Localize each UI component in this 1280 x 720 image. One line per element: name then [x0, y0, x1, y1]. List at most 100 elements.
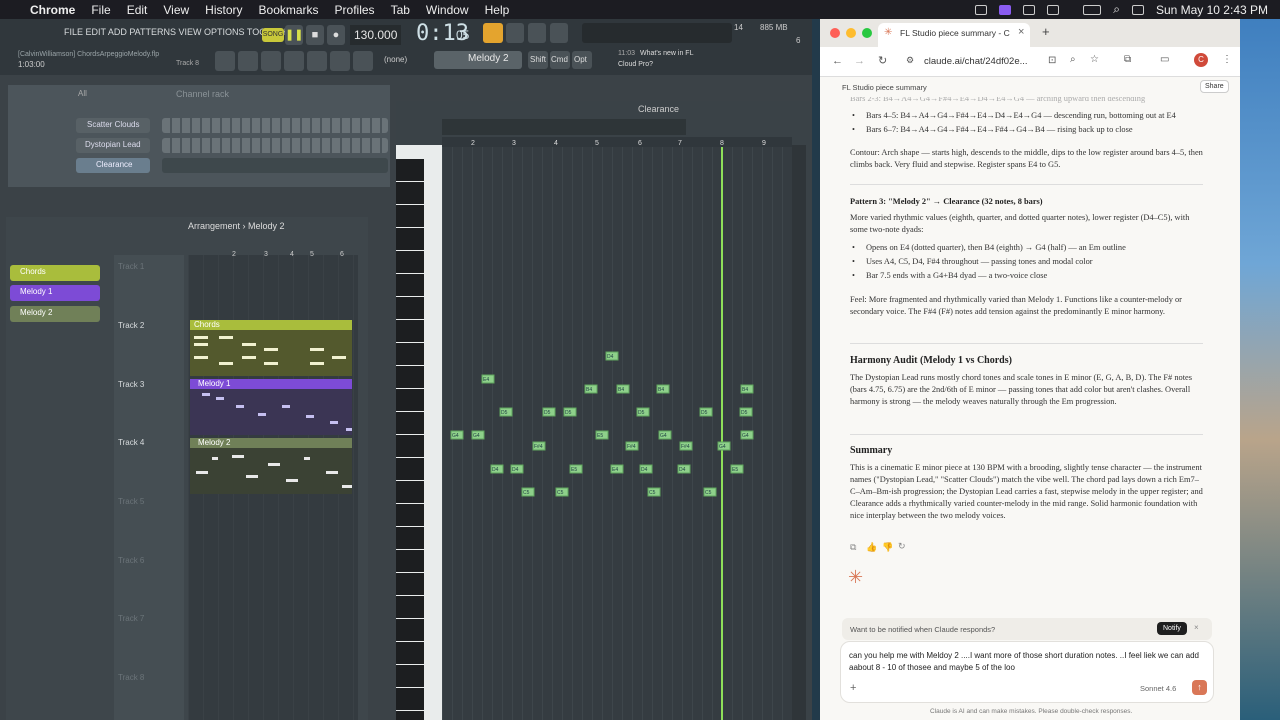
- project-name: [CalvinWilliamson] ChordsArpeggioMelody.…: [18, 51, 160, 58]
- battery-icon[interactable]: [1083, 4, 1102, 15]
- track-label[interactable]: Track 2: [118, 321, 144, 330]
- melody-note: [346, 428, 352, 431]
- model-selector[interactable]: Sonnet 4.6: [1140, 684, 1176, 693]
- desktop-wallpaper: [1240, 19, 1280, 720]
- zoom-window-dot[interactable]: [862, 28, 872, 38]
- melody-note: [330, 421, 338, 424]
- toolbar-button[interactable]: [550, 23, 568, 43]
- tab-search-icon[interactable]: ▭: [1160, 54, 1169, 65]
- piano-scrollbar[interactable]: [792, 145, 806, 720]
- track-label[interactable]: Track 8: [118, 673, 144, 682]
- site-info-icon[interactable]: ⚙: [906, 55, 914, 66]
- stop-button[interactable]: ■: [306, 25, 324, 45]
- ruler-label: 3: [264, 251, 268, 258]
- note-grid[interactable]: [442, 145, 792, 720]
- step-grid[interactable]: [162, 138, 388, 153]
- tool-button[interactable]: [307, 51, 327, 71]
- dismiss-icon[interactable]: ×: [1194, 623, 1199, 632]
- back-icon[interactable]: ←: [832, 55, 843, 67]
- menu-window[interactable]: Window: [426, 3, 469, 17]
- step-grid[interactable]: [162, 118, 388, 133]
- notify-button[interactable]: Notify: [1157, 622, 1187, 635]
- copy-icon[interactable]: ⧉: [850, 542, 856, 553]
- track-label[interactable]: Track 4: [118, 438, 144, 447]
- tool-button[interactable]: [330, 51, 350, 71]
- status-icon[interactable]: [1023, 4, 1036, 15]
- tool-button[interactable]: [261, 51, 281, 71]
- shift-label: Shift: [530, 55, 547, 64]
- piano-keyboard[interactable]: [396, 145, 442, 720]
- pause-button[interactable]: ❚❚: [285, 25, 303, 45]
- minimize-window-dot[interactable]: [846, 28, 856, 38]
- attach-icon[interactable]: +: [850, 682, 856, 694]
- track-label[interactable]: Track 3: [118, 380, 144, 389]
- tool-button[interactable]: [215, 51, 235, 71]
- address-toolbar: ← → ↻ ⚙ claude.ai/chat/24df02e... ⊡ ⌕ ☆ …: [820, 47, 1240, 77]
- pattern-3-description: More varied rhythmic values (eighth, qua…: [850, 213, 1190, 234]
- menu-bookmarks[interactable]: Bookmarks: [259, 3, 319, 17]
- play-icon[interactable]: [1047, 4, 1060, 15]
- share-button[interactable]: Share: [1200, 80, 1229, 93]
- toolbar-button[interactable]: [506, 23, 524, 43]
- song-mode-button[interactable]: SONG: [262, 28, 284, 42]
- menu-history[interactable]: History: [205, 3, 242, 17]
- tab-title[interactable]: FL Studio piece summary - C: [900, 28, 1010, 38]
- new-tab-icon[interactable]: +: [1042, 24, 1050, 39]
- rack-filter[interactable]: All: [78, 89, 87, 98]
- clip-label: Melody 2: [198, 438, 231, 447]
- close-window-dot[interactable]: [830, 28, 840, 38]
- toolbar-button[interactable]: [528, 23, 546, 43]
- status-icon[interactable]: [999, 4, 1012, 15]
- retry-icon[interactable]: ↻: [898, 541, 906, 552]
- news-text-2[interactable]: Cloud Pro?: [618, 61, 653, 68]
- track-label[interactable]: Track 1: [118, 262, 144, 271]
- reload-icon[interactable]: ↻: [878, 54, 887, 67]
- install-icon[interactable]: ⊡: [1048, 55, 1056, 66]
- pattern-name[interactable]: Melody 2: [468, 53, 509, 64]
- menu-file[interactable]: File: [91, 3, 110, 17]
- status-icon[interactable]: [975, 4, 988, 15]
- chat-input-text[interactable]: can you help me with Meldoy 2 ....I want…: [849, 650, 1199, 674]
- forward-icon[interactable]: →: [854, 55, 865, 67]
- control-center-icon[interactable]: [1131, 4, 1144, 15]
- track-label[interactable]: Track 7: [118, 614, 144, 623]
- zoom-icon[interactable]: ⌕: [1070, 54, 1076, 65]
- time-ruler[interactable]: [442, 137, 792, 147]
- profile-avatar[interactable]: C: [1194, 53, 1208, 67]
- tool-button[interactable]: [238, 51, 258, 71]
- tempo-display[interactable]: 130.000: [350, 25, 402, 45]
- menu-profiles[interactable]: Profiles: [335, 3, 375, 17]
- conversation-header: FL Studio piece summary Share: [820, 77, 1240, 99]
- track-label[interactable]: Track 6: [118, 556, 144, 565]
- none-select[interactable]: (none): [384, 55, 407, 64]
- extensions-icon[interactable]: ⧉: [1124, 54, 1131, 65]
- clock[interactable]: Sun May 10 2:43 PM: [1156, 3, 1268, 17]
- menu-view[interactable]: View: [163, 3, 189, 17]
- chord-note: [332, 356, 346, 359]
- time-display-small: 05: [456, 28, 470, 42]
- bookmark-icon[interactable]: ☆: [1090, 54, 1099, 65]
- pattern-song-toggle[interactable]: [483, 23, 503, 43]
- playlist-window: Arrangement › Melody 2 Chords Melody 1 M…: [6, 217, 368, 720]
- tool-button[interactable]: [353, 51, 373, 71]
- mini-piano-roll[interactable]: [162, 158, 388, 173]
- chord-note: [264, 362, 278, 365]
- thumbs-up-icon[interactable]: 👍: [866, 542, 877, 553]
- url-text[interactable]: claude.ai/chat/24df02e...: [924, 56, 1028, 67]
- tool-button[interactable]: [284, 51, 304, 71]
- track-label[interactable]: Track 5: [118, 497, 144, 506]
- record-button[interactable]: ●: [327, 25, 345, 45]
- menu-edit[interactable]: Edit: [127, 3, 148, 17]
- conversation-title[interactable]: FL Studio piece summary: [842, 83, 927, 92]
- news-text[interactable]: What's new in FL: [640, 50, 693, 57]
- notify-question: Want to be notified when Claude responds…: [850, 625, 996, 634]
- menu-help[interactable]: Help: [485, 3, 510, 17]
- chrome-menu-icon[interactable]: ⋮: [1222, 54, 1232, 65]
- thumbs-down-icon[interactable]: 👎: [882, 542, 893, 553]
- search-icon[interactable]: ⌕: [1113, 2, 1120, 17]
- piano-roll-window: Clearance: [396, 101, 810, 720]
- menu-tab[interactable]: Tab: [391, 3, 410, 17]
- menu-app[interactable]: Chrome: [30, 3, 75, 17]
- tab-close-icon[interactable]: ×: [1018, 26, 1024, 38]
- send-button[interactable]: ↑: [1192, 680, 1207, 695]
